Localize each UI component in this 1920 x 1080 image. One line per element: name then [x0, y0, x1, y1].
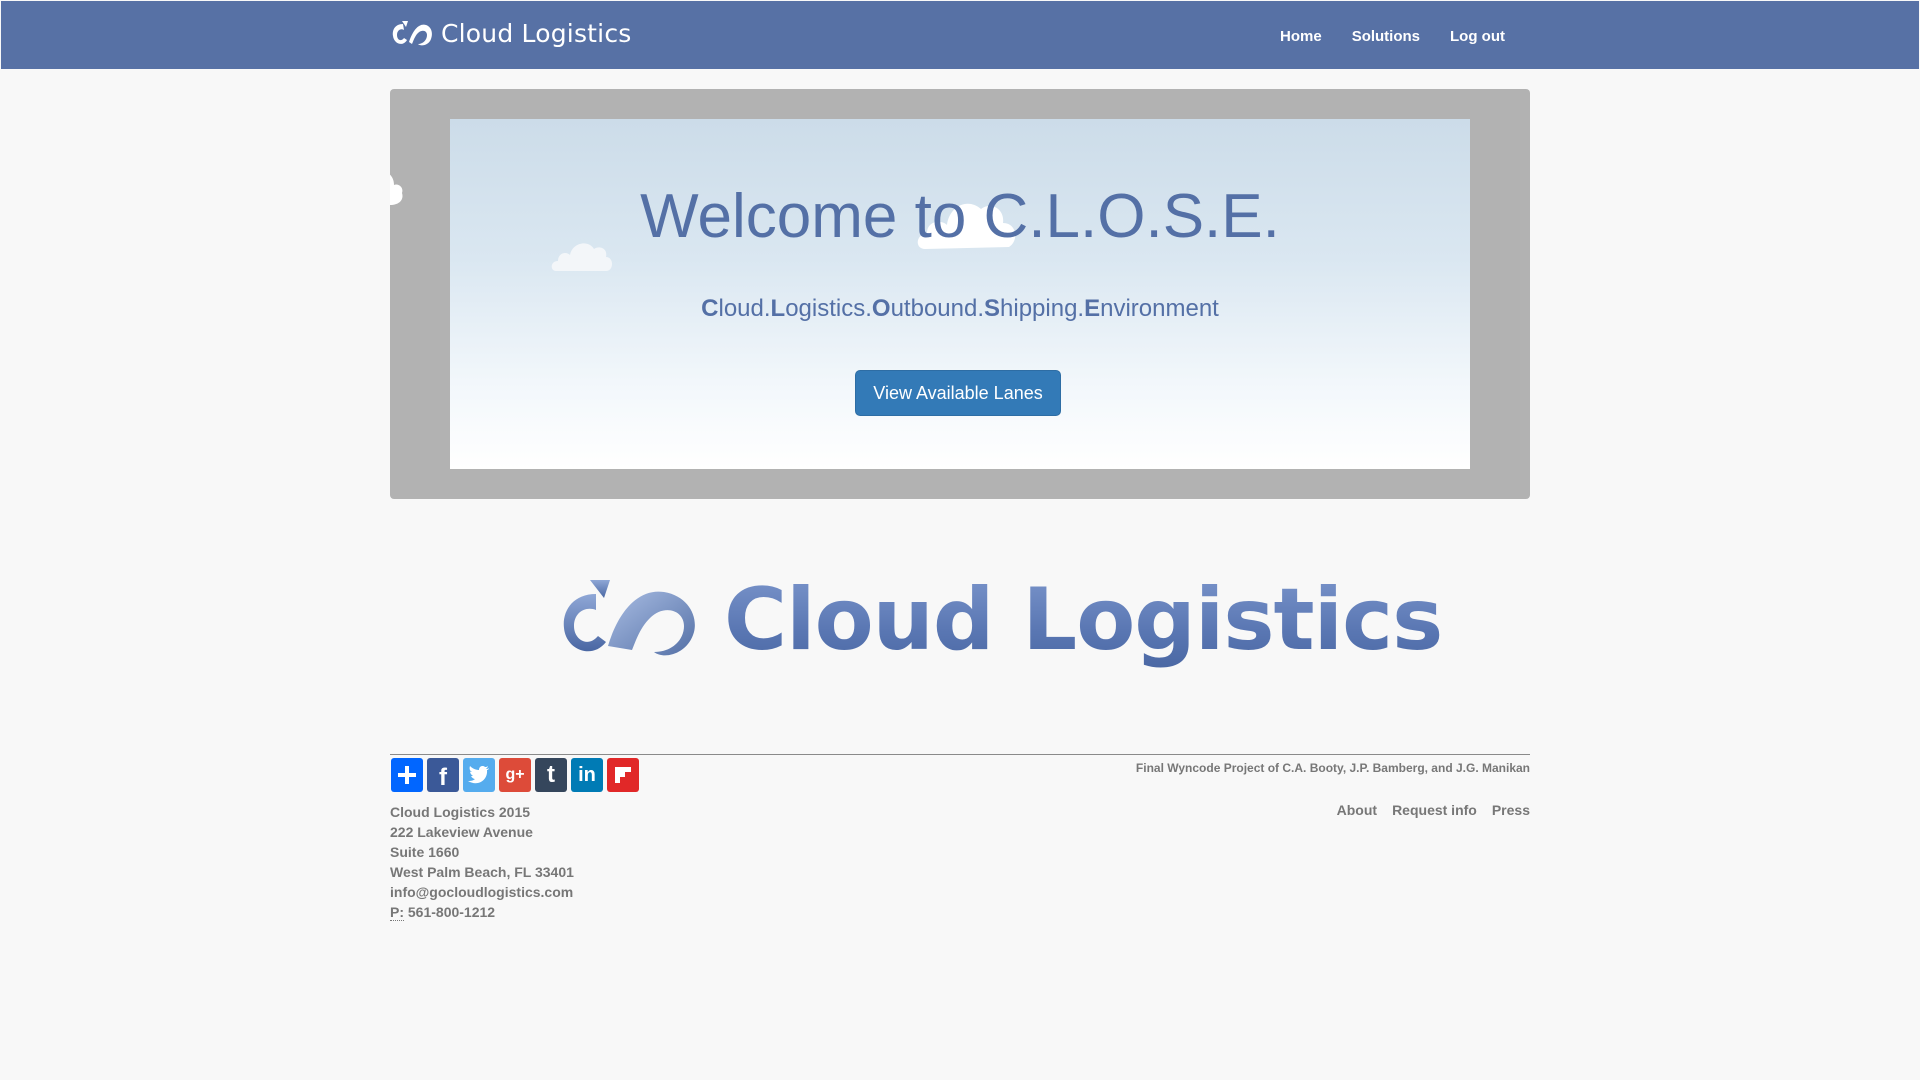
subtitle-initial: C	[701, 295, 719, 322]
project-credit: Final Wyncode Project of C.A. Booty, J.P…	[1135, 761, 1530, 775]
footer-about-link[interactable]: About	[1337, 802, 1377, 818]
city-state-zip: West Palm Beach, FL 33401	[390, 864, 574, 880]
footer-press-link[interactable]: Press	[1492, 802, 1530, 818]
subtitle-word: hipping.	[1000, 295, 1085, 322]
company-name: Cloud Logistics 2015	[390, 804, 531, 820]
cloud-logistics-logo-icon	[392, 20, 432, 45]
footer-links: About Request info Press	[1337, 802, 1530, 818]
cloud-decoration	[390, 174, 403, 205]
street-address: 222 Lakeview Avenue	[390, 824, 533, 840]
hero-title: Welcome to C.L.O.S.E.	[640, 182, 1280, 251]
logo-wordmark: Cloud Logistics	[724, 570, 1443, 670]
subtitle-initial: O	[871, 295, 891, 322]
subtitle-word: nvironment	[1100, 295, 1219, 322]
suite: Suite 1660	[390, 844, 460, 860]
brand-link[interactable]: Cloud Logistics	[391, 19, 632, 48]
view-available-lanes-button[interactable]: View Available Lanes	[855, 370, 1061, 416]
phone-label: P:	[390, 904, 404, 921]
cloud-logistics-logo-icon	[563, 580, 695, 656]
nav-home-link[interactable]: Home	[1280, 28, 1322, 45]
subtitle-initial: S	[984, 295, 1001, 322]
hero-frame: Welcome to C.L.O.S.E. Cloud.Logistics.Ou…	[390, 89, 1530, 499]
nav-logout-link[interactable]: Log out	[1450, 28, 1505, 45]
subtitle-initial: E	[1084, 295, 1101, 322]
twitter-icon[interactable]	[463, 758, 495, 792]
tumblr-icon[interactable]: t	[535, 758, 567, 792]
footer-divider	[390, 754, 1530, 755]
phone-line: P: 561-800-1212	[390, 902, 574, 922]
phone-number: 561-800-1212	[407, 904, 496, 920]
contact-email: info@gocloudlogistics.com	[390, 884, 574, 900]
share-plus-icon[interactable]	[391, 758, 423, 792]
hero-subtitle: Cloud.Logistics.Outbound.Shipping.Enviro…	[450, 295, 1470, 323]
hero-panel: Welcome to C.L.O.S.E. Cloud.Logistics.Ou…	[450, 119, 1470, 469]
subtitle-word: loud.	[718, 295, 771, 322]
nav-solutions-link[interactable]: Solutions	[1352, 28, 1420, 45]
subtitle-word: ogistics.	[785, 295, 872, 322]
brand-name: Cloud Logistics	[441, 19, 632, 48]
nav-links: Home Solutions Log out	[1280, 28, 1505, 45]
company-address: Cloud Logistics 2015 222 Lakeview Avenue…	[390, 802, 574, 922]
google-plus-icon[interactable]: g+	[499, 758, 531, 792]
subtitle-initial: L	[770, 295, 786, 322]
subtitle-word: utbound.	[890, 295, 984, 322]
top-navbar: Cloud Logistics Home Solutions Log out	[1, 1, 1919, 69]
facebook-icon[interactable]: f	[427, 758, 459, 792]
linkedin-icon[interactable]: in	[571, 758, 603, 792]
cloud-logistics-logo: Cloud Logistics	[560, 570, 1443, 670]
social-share-bar: f g+ t in	[391, 758, 639, 792]
footer-request-info-link[interactable]: Request info	[1392, 802, 1477, 818]
flipboard-icon[interactable]	[607, 758, 639, 792]
